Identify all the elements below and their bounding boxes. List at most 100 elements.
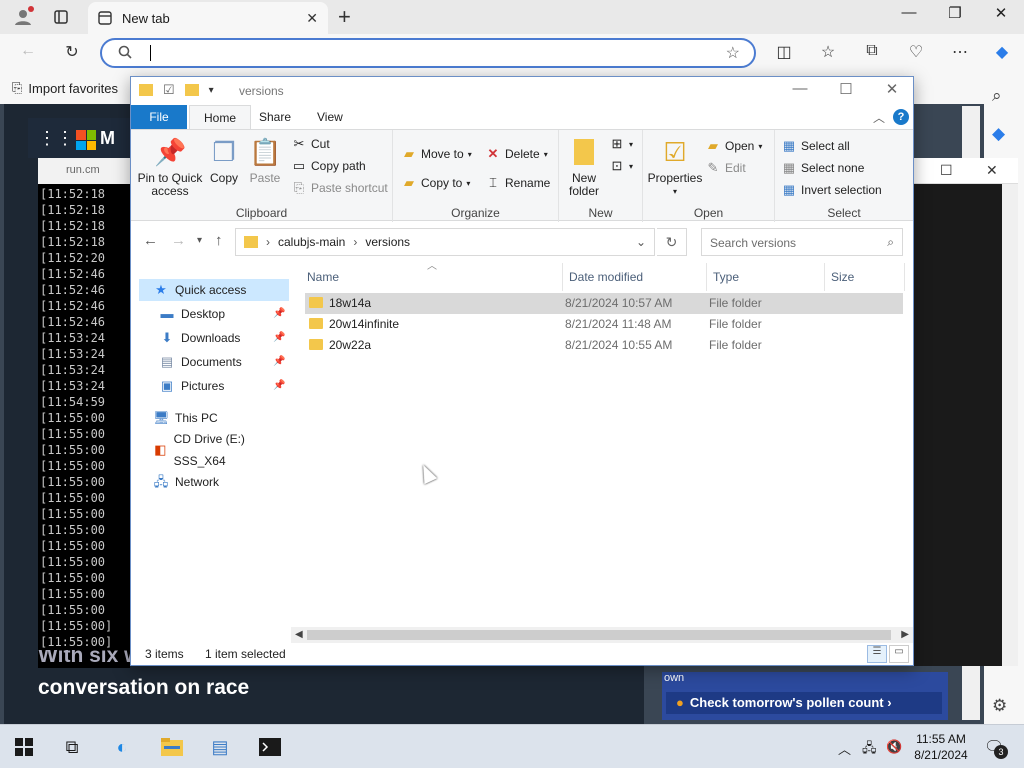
copy-button[interactable]: ❐ Copy — [205, 136, 243, 185]
properties-quick-icon[interactable]: ☑ — [163, 82, 175, 98]
restore-button[interactable]: ❐ — [932, 4, 978, 22]
tab-view[interactable]: View — [303, 105, 357, 129]
paste-button[interactable]: 📋 Paste — [245, 136, 285, 185]
properties-button[interactable]: ☑ Properties ▾ — [647, 136, 703, 198]
forward-arrow-icon[interactable]: → — [171, 232, 186, 249]
select-none-button[interactable]: ▦ Select none — [781, 158, 865, 178]
tab-home[interactable]: Home — [189, 105, 252, 129]
back-icon[interactable]: ← — [16, 42, 40, 60]
file-row[interactable]: 20w22a 8/21/2024 10:55 AM File folder — [305, 335, 903, 356]
close-tab-icon[interactable]: ✕ — [306, 10, 318, 27]
shopping-icon[interactable]: ◆ — [992, 124, 1005, 144]
address-bar[interactable]: ☆ — [100, 38, 756, 68]
scroll-right-icon[interactable]: ▶ — [901, 627, 909, 643]
volume-muted-icon[interactable]: 🔇 — [886, 739, 902, 755]
pin-quick-access-button[interactable]: 📌 Pin to Quick access — [135, 136, 205, 198]
customize-quick-access-icon[interactable]: ▾ — [209, 85, 214, 96]
pollen-card[interactable]: own ● Check tomorrow's pollen count › — [662, 672, 948, 720]
nav-documents[interactable]: ▤ Documents 📌 — [159, 351, 289, 373]
new-item-button[interactable]: ⊞ ▾ — [609, 134, 633, 154]
start-windows-icon[interactable] — [10, 733, 38, 761]
file-explorer-taskbar-icon[interactable] — [158, 733, 186, 761]
up-arrow-icon[interactable]: ↑ — [215, 232, 223, 249]
horizontal-scrollbar[interactable]: ◀ ▶ — [291, 627, 913, 643]
path-chevron-icon[interactable]: › — [266, 235, 270, 249]
import-favorites-link[interactable]: ⎘ Import favorites — [12, 80, 118, 96]
scrollbar-thumb[interactable] — [307, 630, 891, 640]
search-versions-field[interactable]: Search versions ⌕ — [701, 228, 903, 256]
pollen-link[interactable]: ● Check tomorrow's pollen count › — [666, 692, 942, 714]
file-explorer-window[interactable]: ☑ ▾ versions — ☐ ✕ File Home Share View … — [130, 76, 914, 666]
favorites-icon[interactable]: ☆ — [816, 42, 840, 62]
tab-new-tab[interactable]: New tab ✕ — [88, 2, 328, 34]
file-row[interactable]: 20w14infinite 8/21/2024 11:48 AM File fold… — [305, 314, 903, 335]
performance-icon[interactable]: ♡ — [904, 42, 928, 62]
background-window-scrollbar[interactable] — [1002, 184, 1018, 666]
search-sidebar-icon[interactable]: ⌕ — [992, 86, 1002, 106]
rename-button[interactable]: ⌶ Rename — [485, 173, 550, 193]
path-dropdown-icon[interactable]: ⌄ — [636, 235, 646, 249]
close-icon[interactable]: ✕ — [986, 162, 998, 179]
select-all-button[interactable]: ▦ Select all — [781, 136, 850, 156]
nav-this-pc[interactable]: 🖥 This PC — [153, 407, 289, 429]
large-icons-view-icon[interactable]: ▭ — [889, 645, 909, 663]
path-chevron-icon[interactable]: › — [353, 235, 357, 249]
nav-downloads[interactable]: ⬇ Downloads 📌 — [159, 327, 289, 349]
new-folder-button[interactable]: New folder — [563, 136, 605, 198]
file-row[interactable]: 18w14a 8/21/2024 10:57 AM File folder — [305, 293, 903, 314]
explorer-close-button[interactable]: ✕ — [869, 80, 915, 98]
server-manager-icon[interactable]: ▤ — [206, 733, 234, 761]
paste-shortcut-button[interactable]: ⎘ Paste shortcut — [291, 178, 388, 198]
nav-network[interactable]: 🖧 Network — [153, 471, 289, 493]
back-arrow-icon[interactable]: ← — [143, 232, 158, 249]
breadcrumb-calubjs-main[interactable]: calubjs-main — [278, 235, 345, 249]
minimize-button[interactable]: — — [886, 4, 932, 21]
copy-path-button[interactable]: ▭ Copy path — [291, 156, 366, 176]
nav-desktop[interactable]: ▬ Desktop 📌 — [159, 303, 289, 325]
easy-access-button[interactable]: ⊡ ▾ — [609, 156, 633, 176]
split-screen-icon[interactable]: ◫ — [772, 42, 796, 62]
column-size[interactable]: Size — [825, 263, 905, 291]
new-folder-quick-icon[interactable] — [184, 84, 199, 96]
edit-button[interactable]: ✎ Edit — [705, 158, 746, 178]
notifications-icon[interactable]: 🗨3 — [984, 737, 1008, 759]
tab-actions-icon[interactable] — [50, 6, 72, 28]
nav-quick-access[interactable]: ★ Quick access — [139, 279, 289, 301]
background-window[interactable]: ☐ ✕ — [914, 158, 1018, 666]
recent-locations-icon[interactable]: ▾ — [197, 235, 202, 246]
refresh-button[interactable]: ↻ — [657, 228, 687, 256]
collections-icon[interactable]: ⧉ — [860, 42, 884, 60]
copy-to-button[interactable]: ▰ Copy to ▾ — [401, 173, 470, 193]
details-view-icon[interactable]: ☰ — [867, 645, 887, 663]
explorer-minimize-button[interactable]: — — [777, 80, 823, 97]
column-date-modified[interactable]: Date modified — [563, 263, 707, 291]
column-name[interactable]: Name — [301, 263, 563, 291]
more-icon[interactable]: ⋯ — [948, 42, 972, 62]
open-button[interactable]: ▰ Open ▾ — [705, 136, 762, 156]
network-tray-icon[interactable]: 🖧 — [862, 739, 877, 761]
collapse-ribbon-icon[interactable]: ︿ — [873, 109, 885, 126]
explorer-maximize-button[interactable]: ☐ — [823, 80, 869, 98]
help-icon[interactable]: ? — [893, 109, 909, 125]
tab-share[interactable]: Share — [245, 105, 305, 129]
nav-cd-drive[interactable]: ◧ CD Drive (E:) SSS_X64 — [153, 432, 289, 468]
show-hidden-icons[interactable]: ︿ — [838, 739, 851, 758]
address-path[interactable]: › calubjs-main › versions ⌄ — [235, 228, 655, 256]
clock[interactable]: 11:55 AM 8/21/2024 — [906, 731, 976, 763]
terminal-taskbar-icon[interactable] — [256, 733, 284, 761]
delete-button[interactable]: ✕ Delete ▾ — [485, 144, 548, 164]
column-type[interactable]: Type — [707, 263, 825, 291]
breadcrumb-versions[interactable]: versions — [365, 235, 410, 249]
scroll-left-icon[interactable]: ◀ — [295, 627, 303, 643]
maximize-icon[interactable]: ☐ — [940, 162, 953, 179]
nav-pictures[interactable]: ▣ Pictures 📌 — [159, 375, 289, 397]
refresh-icon[interactable]: ↻ — [60, 42, 84, 62]
invert-selection-button[interactable]: ▦ Invert selection — [781, 180, 882, 200]
tab-file[interactable]: File — [131, 105, 187, 129]
copilot-icon[interactable]: ◆ — [990, 42, 1014, 62]
move-to-button[interactable]: ▰ Move to ▾ — [401, 144, 472, 164]
cut-button[interactable]: ✂ Cut — [291, 134, 330, 154]
close-window-button[interactable]: ✕ — [978, 4, 1024, 22]
settings-icon[interactable]: ⚙ — [992, 696, 1007, 716]
edge-icon[interactable]: ◐ — [108, 733, 136, 761]
